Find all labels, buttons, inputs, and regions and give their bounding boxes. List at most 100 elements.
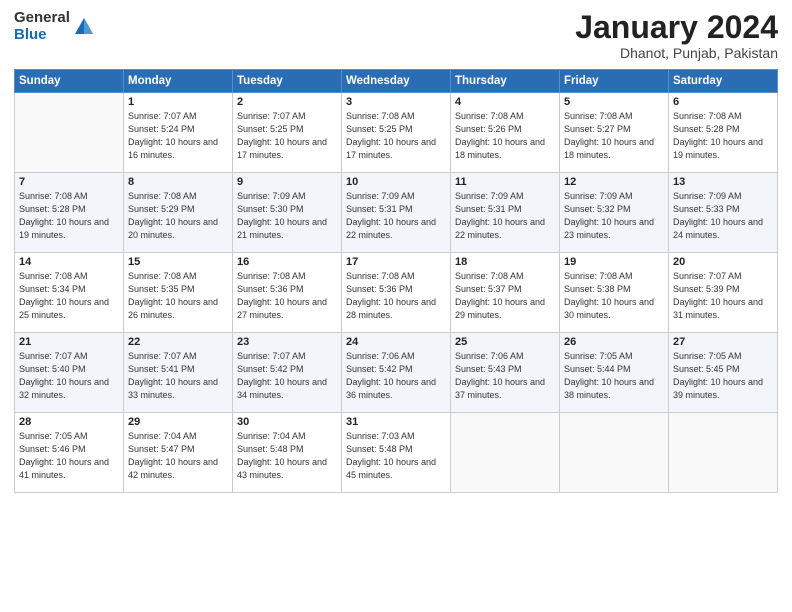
day-cell: 4 Sunrise: 7:08 AMSunset: 5:26 PMDaylight… (451, 93, 560, 173)
day-info: Sunrise: 7:05 AMSunset: 5:45 PMDaylight:… (673, 350, 773, 402)
day-cell: 22 Sunrise: 7:07 AMSunset: 5:41 PMDayligh… (124, 333, 233, 413)
day-info: Sunrise: 7:08 AMSunset: 5:28 PMDaylight:… (673, 110, 773, 162)
day-cell (451, 413, 560, 493)
day-cell: 27 Sunrise: 7:05 AMSunset: 5:45 PMDayligh… (669, 333, 778, 413)
day-cell (15, 93, 124, 173)
day-cell: 15 Sunrise: 7:08 AMSunset: 5:35 PMDayligh… (124, 253, 233, 333)
header-day-friday: Friday (560, 70, 669, 93)
day-number: 25 (455, 336, 555, 348)
day-number: 3 (346, 96, 446, 108)
day-cell: 21Sunrise: 7:07 AMSunset: 5:40 PMDayligh… (15, 333, 124, 413)
day-info: Sunrise: 7:09 AMSunset: 5:30 PMDaylight:… (237, 190, 337, 242)
day-info: Sunrise: 7:07 AMSunset: 5:41 PMDaylight:… (128, 350, 228, 402)
day-cell: 1Sunrise: 7:07 AMSunset: 5:24 PMDaylight… (124, 93, 233, 173)
day-info: Sunrise: 7:07 AMSunset: 5:24 PMDaylight:… (128, 110, 228, 162)
day-number: 15 (128, 256, 228, 268)
day-cell: 31Sunrise: 7:03 AMSunset: 5:48 PMDayligh… (342, 413, 451, 493)
day-cell: 13 Sunrise: 7:09 AMSunset: 5:33 PMDayligh… (669, 173, 778, 253)
day-number: 9 (237, 176, 337, 188)
day-cell: 30Sunrise: 7:04 AMSunset: 5:48 PMDayligh… (233, 413, 342, 493)
header-day-wednesday: Wednesday (342, 70, 451, 93)
day-info: Sunrise: 7:08 AMSunset: 5:27 PMDaylight:… (564, 110, 664, 162)
day-number: 19 (564, 256, 664, 268)
day-cell: 23Sunrise: 7:07 AMSunset: 5:42 PMDayligh… (233, 333, 342, 413)
month-title: January 2024 (575, 10, 778, 45)
header-day-saturday: Saturday (669, 70, 778, 93)
day-cell: 28Sunrise: 7:05 AMSunset: 5:46 PMDayligh… (15, 413, 124, 493)
day-cell: 3 Sunrise: 7:08 AMSunset: 5:25 PMDaylight… (342, 93, 451, 173)
day-number: 6 (673, 96, 773, 108)
day-info: Sunrise: 7:09 AMSunset: 5:31 PMDaylight:… (455, 190, 555, 242)
day-number: 4 (455, 96, 555, 108)
day-cell: 10 Sunrise: 7:09 AMSunset: 5:31 PMDayligh… (342, 173, 451, 253)
day-number: 27 (673, 336, 773, 348)
logo: General Blue (14, 10, 95, 43)
day-cell: 29Sunrise: 7:04 AMSunset: 5:47 PMDayligh… (124, 413, 233, 493)
day-cell: 2 Sunrise: 7:07 AMSunset: 5:25 PMDaylight… (233, 93, 342, 173)
header-day-tuesday: Tuesday (233, 70, 342, 93)
day-info: Sunrise: 7:09 AMSunset: 5:31 PMDaylight:… (346, 190, 446, 242)
logo-blue: Blue (14, 27, 70, 44)
week-row-5: 28Sunrise: 7:05 AMSunset: 5:46 PMDayligh… (15, 413, 778, 493)
day-info: Sunrise: 7:04 AMSunset: 5:48 PMDaylight:… (237, 430, 337, 482)
day-number: 22 (128, 336, 228, 348)
logo-icon (73, 16, 95, 38)
calendar-container: General Blue January 2024 Dhanot, Punjab… (0, 0, 792, 612)
day-number: 14 (19, 256, 119, 268)
day-cell: 19 Sunrise: 7:08 AMSunset: 5:38 PMDayligh… (560, 253, 669, 333)
day-cell: 11 Sunrise: 7:09 AMSunset: 5:31 PMDayligh… (451, 173, 560, 253)
day-cell: 18 Sunrise: 7:08 AMSunset: 5:37 PMDayligh… (451, 253, 560, 333)
day-cell: 5 Sunrise: 7:08 AMSunset: 5:27 PMDaylight… (560, 93, 669, 173)
day-info: Sunrise: 7:08 AMSunset: 5:29 PMDaylight:… (128, 190, 228, 242)
day-info: Sunrise: 7:06 AMSunset: 5:43 PMDaylight:… (455, 350, 555, 402)
header-day-thursday: Thursday (451, 70, 560, 93)
day-cell: 9 Sunrise: 7:09 AMSunset: 5:30 PMDaylight… (233, 173, 342, 253)
week-row-4: 21Sunrise: 7:07 AMSunset: 5:40 PMDayligh… (15, 333, 778, 413)
day-number: 11 (455, 176, 555, 188)
day-info: Sunrise: 7:08 AMSunset: 5:35 PMDaylight:… (128, 270, 228, 322)
day-number: 5 (564, 96, 664, 108)
day-info: Sunrise: 7:07 AMSunset: 5:42 PMDaylight:… (237, 350, 337, 402)
day-cell (669, 413, 778, 493)
day-number: 20 (673, 256, 773, 268)
day-number: 8 (128, 176, 228, 188)
day-number: 10 (346, 176, 446, 188)
day-number: 16 (237, 256, 337, 268)
day-cell: 14 Sunrise: 7:08 AMSunset: 5:34 PMDayligh… (15, 253, 124, 333)
day-cell: 7Sunrise: 7:08 AMSunset: 5:28 PMDaylight… (15, 173, 124, 253)
day-info: Sunrise: 7:07 AMSunset: 5:40 PMDaylight:… (19, 350, 119, 402)
day-number: 13 (673, 176, 773, 188)
day-info: Sunrise: 7:09 AMSunset: 5:33 PMDaylight:… (673, 190, 773, 242)
day-number: 31 (346, 416, 446, 428)
header-day-monday: Monday (124, 70, 233, 93)
header: General Blue January 2024 Dhanot, Punjab… (14, 10, 778, 61)
day-cell: 17Sunrise: 7:08 AMSunset: 5:36 PMDayligh… (342, 253, 451, 333)
day-number: 28 (19, 416, 119, 428)
week-row-3: 14 Sunrise: 7:08 AMSunset: 5:34 PMDayligh… (15, 253, 778, 333)
day-info: Sunrise: 7:08 AMSunset: 5:34 PMDaylight:… (19, 270, 119, 322)
day-number: 18 (455, 256, 555, 268)
week-row-1: 1Sunrise: 7:07 AMSunset: 5:24 PMDaylight… (15, 93, 778, 173)
day-cell (560, 413, 669, 493)
day-info: Sunrise: 7:08 AMSunset: 5:26 PMDaylight:… (455, 110, 555, 162)
day-info: Sunrise: 7:07 AMSunset: 5:39 PMDaylight:… (673, 270, 773, 322)
location-subtitle: Dhanot, Punjab, Pakistan (575, 45, 778, 61)
day-cell: 12Sunrise: 7:09 AMSunset: 5:32 PMDayligh… (560, 173, 669, 253)
day-cell: 6 Sunrise: 7:08 AMSunset: 5:28 PMDaylight… (669, 93, 778, 173)
day-cell: 8 Sunrise: 7:08 AMSunset: 5:29 PMDaylight… (124, 173, 233, 253)
day-info: Sunrise: 7:07 AMSunset: 5:25 PMDaylight:… (237, 110, 337, 162)
day-info: Sunrise: 7:09 AMSunset: 5:32 PMDaylight:… (564, 190, 664, 242)
day-info: Sunrise: 7:08 AMSunset: 5:25 PMDaylight:… (346, 110, 446, 162)
day-info: Sunrise: 7:08 AMSunset: 5:38 PMDaylight:… (564, 270, 664, 322)
day-cell: 26Sunrise: 7:05 AMSunset: 5:44 PMDayligh… (560, 333, 669, 413)
day-number: 17 (346, 256, 446, 268)
day-number: 29 (128, 416, 228, 428)
day-info: Sunrise: 7:08 AMSunset: 5:37 PMDaylight:… (455, 270, 555, 322)
header-row: SundayMondayTuesdayWednesdayThursdayFrid… (15, 70, 778, 93)
day-number: 26 (564, 336, 664, 348)
day-info: Sunrise: 7:08 AMSunset: 5:36 PMDaylight:… (237, 270, 337, 322)
day-info: Sunrise: 7:06 AMSunset: 5:42 PMDaylight:… (346, 350, 446, 402)
day-number: 2 (237, 96, 337, 108)
logo-text: General Blue (14, 10, 70, 43)
week-row-2: 7Sunrise: 7:08 AMSunset: 5:28 PMDaylight… (15, 173, 778, 253)
